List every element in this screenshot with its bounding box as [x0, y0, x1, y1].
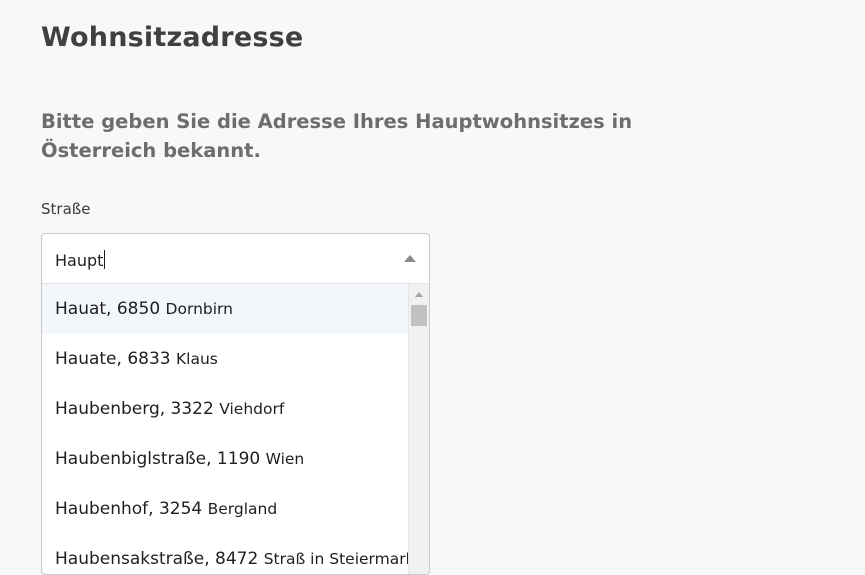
street-input-row[interactable]: Haupt [42, 234, 429, 284]
option-city: Klaus [176, 350, 218, 368]
option-street: Haubensakstraße, 8472 [55, 549, 259, 569]
street-suggestions-list: Hauat, 6850 Dornbirn Hauate, 6833 Klaus … [42, 284, 409, 574]
option-city: Dornbirn [165, 300, 233, 318]
option-street: Haubenberg, 3322 [55, 399, 214, 419]
street-label: Straße [41, 200, 91, 218]
intro-text: Bitte geben Sie die Adresse Ihres Hauptw… [41, 110, 633, 162]
suggestion-option[interactable]: Haubenhof, 3254 Bergland [42, 484, 409, 534]
street-input-value: Haupt [55, 251, 104, 270]
street-input[interactable]: Haupt [55, 250, 385, 270]
option-city: Viehdorf [219, 400, 285, 418]
suggestion-option[interactable]: Hauat, 6850 Dornbirn [42, 284, 409, 334]
page-title: Wohnsitzadresse [41, 22, 304, 53]
suggestion-option[interactable]: Haubensakstraße, 8472 Straß in Steiermar… [42, 534, 409, 574]
option-street: Hauate, 6833 [55, 349, 171, 369]
option-city: Bergland [207, 500, 278, 518]
scroll-up-arrow-icon[interactable] [415, 292, 423, 297]
street-combobox[interactable]: Haupt Hauat, 6850 Dornbirn Hauate, 6833 … [41, 233, 430, 575]
option-city: Straß in Steiermark [263, 550, 409, 568]
text-cursor [104, 250, 106, 269]
suggestion-option[interactable]: Hauate, 6833 Klaus [42, 334, 409, 384]
suggestion-option[interactable]: Haubenberg, 3322 Viehdorf [42, 384, 409, 434]
scrollbar-thumb[interactable] [411, 305, 427, 326]
option-street: Haubenhof, 3254 [55, 499, 203, 519]
option-street: Haubenbiglstraße, 1190 [55, 449, 261, 469]
collapse-arrow-icon[interactable] [404, 255, 416, 262]
suggestion-option[interactable]: Haubenbiglstraße, 1190 Wien [42, 434, 409, 484]
suggestions-scrollbar[interactable] [408, 284, 429, 574]
option-street: Hauat, 6850 [55, 299, 161, 319]
option-city: Wien [265, 450, 305, 468]
